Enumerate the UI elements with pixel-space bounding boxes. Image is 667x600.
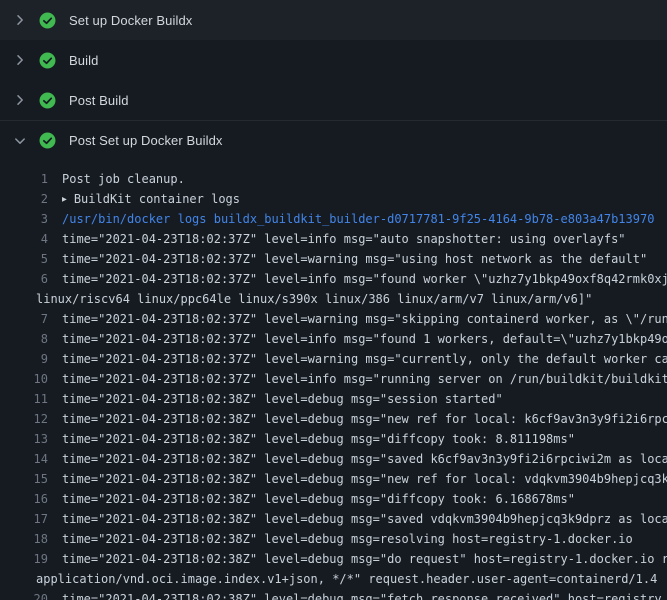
section-header-build[interactable]: Build	[0, 40, 667, 80]
section-label: Build	[69, 53, 98, 68]
log-line-text: time="2021-04-23T18:02:37Z" level=info m…	[62, 269, 667, 289]
log-line-text: time="2021-04-23T18:02:38Z" level=debug …	[62, 469, 667, 489]
log-line: 8 time="2021-04-23T18:02:37Z" level=info…	[0, 329, 667, 349]
log-line: 17 time="2021-04-23T18:02:38Z" level=deb…	[0, 509, 667, 529]
log-line-number[interactable]: 20	[0, 589, 48, 600]
log-line: 13 time="2021-04-23T18:02:38Z" level=deb…	[0, 429, 667, 449]
log-line-text: time="2021-04-23T18:02:38Z" level=debug …	[62, 589, 662, 600]
section-label: Post Build	[69, 93, 129, 108]
log-line-number[interactable]: 3	[0, 209, 48, 229]
success-check-icon	[39, 52, 56, 69]
log-line-text: time="2021-04-23T18:02:37Z" level=info m…	[62, 229, 626, 249]
log-line-number[interactable]: 17	[0, 509, 48, 529]
section-label: Set up Docker Buildx	[69, 13, 192, 28]
log-line-number[interactable]: 2	[0, 189, 48, 209]
section-header-post-set-up-docker-buildx[interactable]: Post Set up Docker Buildx	[0, 120, 667, 160]
log-line-text: linux/riscv64 linux/ppc64le linux/s390x …	[36, 289, 592, 309]
log-line-number[interactable]: 1	[0, 169, 48, 189]
log-line: 11 time="2021-04-23T18:02:38Z" level=deb…	[0, 389, 667, 409]
log-line: 10 time="2021-04-23T18:02:37Z" level=inf…	[0, 369, 667, 389]
log-line-text: time="2021-04-23T18:02:38Z" level=debug …	[62, 409, 667, 429]
log-line-number[interactable]: 19	[0, 549, 48, 569]
log-line-number[interactable]: 12	[0, 409, 48, 429]
success-check-icon	[39, 92, 56, 109]
log-line-text: application/vnd.oci.image.index.v1+json,…	[36, 569, 657, 589]
log-line: 19 time="2021-04-23T18:02:38Z" level=deb…	[0, 549, 667, 569]
log-line: 6 time="2021-04-23T18:02:37Z" level=info…	[0, 269, 667, 289]
log-line-number[interactable]: 9	[0, 349, 48, 369]
log-line-text: time="2021-04-23T18:02:37Z" level=warnin…	[62, 349, 667, 369]
log-line: 9 time="2021-04-23T18:02:37Z" level=warn…	[0, 349, 667, 369]
log-line-number[interactable]: 11	[0, 389, 48, 409]
log-line: 14 time="2021-04-23T18:02:38Z" level=deb…	[0, 449, 667, 469]
chevron-right-icon	[12, 92, 28, 108]
log-line-number[interactable]: 4	[0, 229, 48, 249]
log-line-text: time="2021-04-23T18:02:37Z" level=info m…	[62, 329, 667, 349]
log-line-number[interactable]: 15	[0, 469, 48, 489]
log-line-number[interactable]: 6	[0, 269, 48, 289]
log-line: 1 Post job cleanup.	[0, 169, 667, 189]
log-line-text: time="2021-04-23T18:02:38Z" level=debug …	[62, 509, 667, 529]
log-line-number[interactable]: 13	[0, 429, 48, 449]
log-line: 20 time="2021-04-23T18:02:38Z" level=deb…	[0, 589, 667, 600]
log-line: application/vnd.oci.image.index.v1+json,…	[0, 569, 667, 589]
log-line-text: time="2021-04-23T18:02:38Z" level=debug …	[62, 529, 633, 549]
actions-log-viewer: Set up Docker Buildx Build P	[0, 0, 667, 600]
section-header-post-build[interactable]: Post Build	[0, 80, 667, 120]
log-line-text: time="2021-04-23T18:02:38Z" level=debug …	[62, 449, 667, 469]
log-line-number[interactable]: 16	[0, 489, 48, 509]
log-group-label: BuildKit container logs	[74, 192, 240, 206]
log-line: 16 time="2021-04-23T18:02:38Z" level=deb…	[0, 489, 667, 509]
log-line-number[interactable]: 10	[0, 369, 48, 389]
log-line-text: time="2021-04-23T18:02:38Z" level=debug …	[62, 549, 667, 569]
log-line: linux/riscv64 linux/ppc64le linux/s390x …	[0, 289, 667, 309]
chevron-right-icon	[12, 12, 28, 28]
log-line: 7 time="2021-04-23T18:02:37Z" level=warn…	[0, 309, 667, 329]
log-line-text: /usr/bin/docker logs buildx_buildkit_bui…	[62, 209, 654, 229]
log-line: 18 time="2021-04-23T18:02:38Z" level=deb…	[0, 529, 667, 549]
log-line-text: ▶ BuildKit container logs	[62, 189, 240, 209]
log-line-number[interactable]: 18	[0, 529, 48, 549]
log-line-text: time="2021-04-23T18:02:38Z" level=debug …	[62, 389, 503, 409]
log-line: 4 time="2021-04-23T18:02:37Z" level=info…	[0, 229, 667, 249]
log-line: 3 /usr/bin/docker logs buildx_buildkit_b…	[0, 209, 667, 229]
log-line-number[interactable]: 14	[0, 449, 48, 469]
log-lines: 1 Post job cleanup. 2 ▶ BuildKit containe…	[0, 160, 667, 600]
log-line-text: time="2021-04-23T18:02:38Z" level=debug …	[62, 429, 575, 449]
log-line-number[interactable]: 5	[0, 249, 48, 269]
log-line-text: time="2021-04-23T18:02:37Z" level=info m…	[62, 369, 667, 389]
log-line: 15 time="2021-04-23T18:02:38Z" level=deb…	[0, 469, 667, 489]
log-line-text: time="2021-04-23T18:02:37Z" level=warnin…	[62, 249, 647, 269]
section-header-set-up-docker-buildx[interactable]: Set up Docker Buildx	[0, 0, 667, 40]
log-line[interactable]: 2 ▶ BuildKit container logs	[0, 189, 667, 209]
chevron-right-icon	[12, 52, 28, 68]
success-check-icon	[39, 12, 56, 29]
log-line-text: Post job cleanup.	[62, 169, 185, 189]
log-group-toggle-icon[interactable]: ▶	[62, 190, 67, 210]
section-label: Post Set up Docker Buildx	[69, 133, 223, 148]
log-line-number[interactable]: 7	[0, 309, 48, 329]
log-line: 12 time="2021-04-23T18:02:38Z" level=deb…	[0, 409, 667, 429]
chevron-down-icon	[12, 133, 28, 149]
success-check-icon	[39, 132, 56, 149]
log-line-text: time="2021-04-23T18:02:37Z" level=warnin…	[62, 309, 667, 329]
sections-list: Set up Docker Buildx Build P	[0, 0, 667, 160]
log-line-text: time="2021-04-23T18:02:38Z" level=debug …	[62, 489, 575, 509]
log-line-number[interactable]: 8	[0, 329, 48, 349]
log-line: 5 time="2021-04-23T18:02:37Z" level=warn…	[0, 249, 667, 269]
